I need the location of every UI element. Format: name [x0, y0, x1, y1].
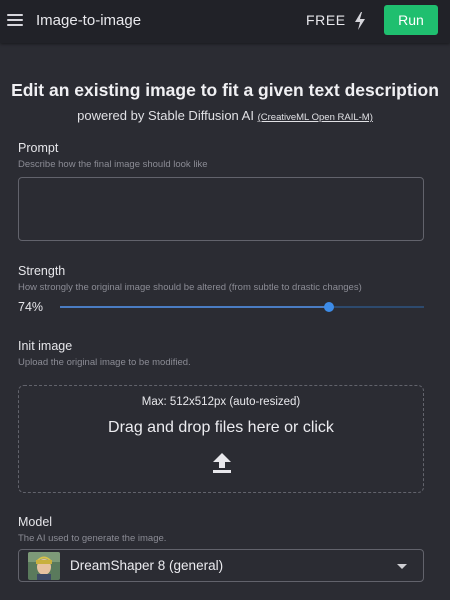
page-headline: Edit an existing image to fit a given te… [11, 80, 439, 100]
image-dropzone[interactable]: Max: 512x512px (auto-resized) Drag and d… [18, 385, 424, 493]
init-image-description: Upload the original image to be modified… [18, 357, 191, 368]
strength-description: How strongly the original image should b… [18, 282, 362, 293]
lightning-bolt-icon[interactable] [353, 11, 367, 31]
prompt-description: Describe how the final image should look… [18, 159, 208, 170]
model-select[interactable]: DreamShaper 8 (general) [18, 549, 424, 582]
strength-label: Strength [18, 264, 66, 278]
subline-text: powered by Stable Diffusion AI [77, 108, 254, 123]
slider-fill [60, 306, 330, 308]
page-subline: powered by Stable Diffusion AI (Creative… [0, 108, 450, 123]
model-thumbnail [28, 552, 60, 580]
max-size-note: Max: 512x512px (auto-resized) [141, 396, 301, 408]
init-image-label: Init image [18, 339, 73, 353]
slider-thumb[interactable] [324, 302, 335, 312]
license-link[interactable]: (CreativeML Open RAIL-M) [258, 112, 373, 123]
upload-icon [213, 453, 231, 473]
selected-model: DreamShaper 8 (general) [70, 558, 224, 573]
model-description: The AI used to generate the image. [18, 533, 167, 544]
dropzone-text: Drag and drop files here or click [108, 419, 334, 436]
run-button[interactable]: Run [384, 5, 438, 35]
model-label: Model [18, 515, 53, 529]
prompt-textarea[interactable] [18, 177, 424, 241]
prompt-label: Prompt [18, 141, 59, 155]
plan-label[interactable]: FREE [306, 12, 346, 28]
top-app-bar: Image-to-image FREE Run [0, 0, 450, 43]
app-title: Image-to-image [36, 12, 142, 29]
strength-slider[interactable] [60, 302, 424, 312]
chevron-down-icon[interactable] [397, 564, 407, 569]
strength-value: 74% [18, 300, 44, 314]
hamburger-menu-icon[interactable] [7, 14, 23, 26]
